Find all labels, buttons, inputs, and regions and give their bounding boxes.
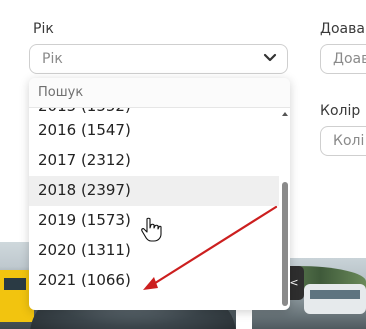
year-option[interactable]: 2019 (1573) [29,206,279,236]
year-option-hovered[interactable]: 2018 (2397) [29,176,279,206]
year-select[interactable]: Рік [29,44,288,74]
dropdown-scrollbar[interactable] [281,108,290,310]
year-label: Рік [33,21,54,37]
year-select-value: Рік [42,51,63,67]
color-label: Колір [320,103,361,119]
color-select-value: Колі [333,133,365,149]
year-option[interactable]: 2020 (1311) [29,236,279,266]
extra-filter-label: Доава [320,21,365,37]
scrollbar-thumb[interactable] [282,182,288,306]
white-bus [304,284,366,314]
extra-filter-value: Доав [333,51,366,67]
year-dropdown[interactable]: 2015 (1552) 2016 (1547) 2017 (2312) 2018… [29,78,290,310]
color-select[interactable]: Колі [320,126,366,156]
year-option[interactable]: 2016 (1547) [29,116,279,146]
dropdown-search[interactable]: Пошук [29,78,290,108]
dropdown-search-label: Пошук [38,85,84,100]
scroll-up-icon[interactable] [282,112,288,116]
chevron-down-icon [263,53,277,62]
year-options-list[interactable]: 2015 (1552) 2016 (1547) 2017 (2312) 2018… [29,102,279,296]
year-option[interactable]: 2021 (1066) [29,266,279,296]
year-option[interactable]: 2017 (2312) [29,146,279,176]
extra-filter-select[interactable]: Доав [320,44,366,74]
